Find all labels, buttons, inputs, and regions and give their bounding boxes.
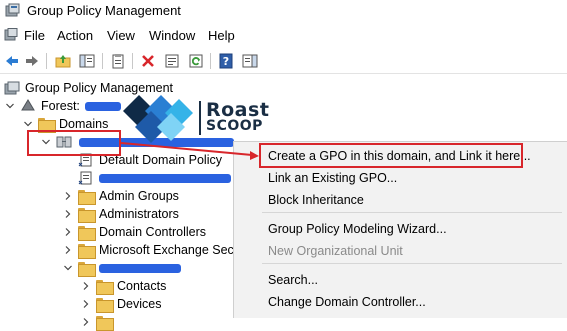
annotation-arrow (120, 142, 259, 160)
